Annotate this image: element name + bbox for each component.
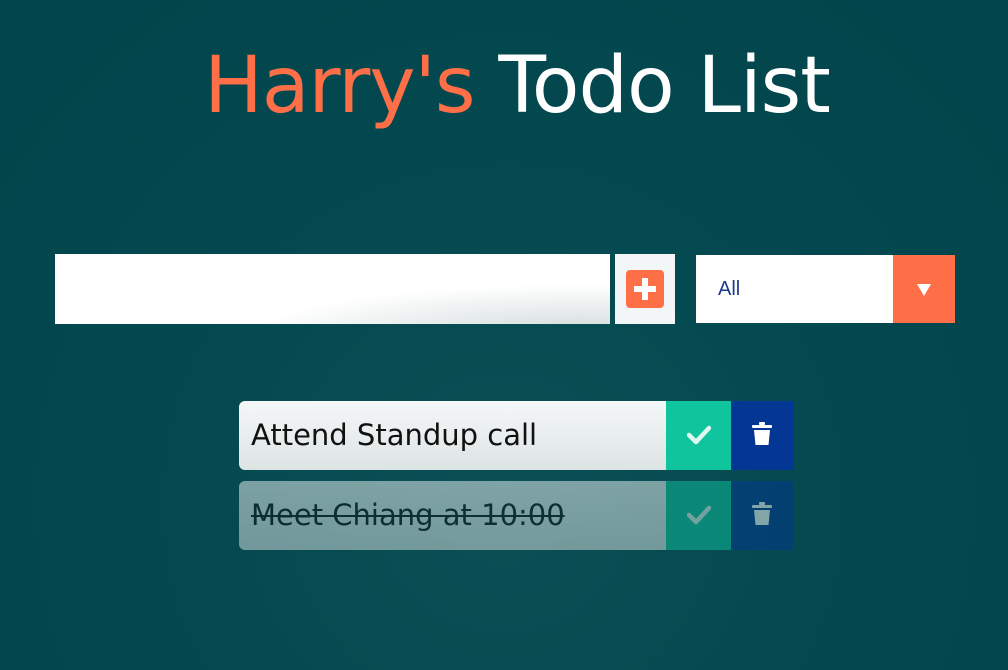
todo-input[interactable]	[55, 254, 610, 324]
filter-select[interactable]: All	[696, 255, 955, 323]
filter-dropdown-button[interactable]	[893, 255, 955, 323]
title-rest: Todo List	[498, 41, 830, 131]
check-icon	[687, 425, 711, 445]
plus-square-icon	[626, 270, 664, 308]
check-icon	[687, 505, 711, 525]
complete-button[interactable]	[666, 481, 731, 550]
add-todo-button[interactable]	[615, 254, 675, 324]
todo-list: Attend Standup call Meet Chiang at 10:00	[239, 401, 793, 561]
title-owner: Harry's	[204, 41, 475, 131]
page-title: Harry's Todo List	[0, 36, 1008, 136]
todo-text-container: Attend Standup call	[239, 401, 666, 470]
filter-selected-value: All	[718, 278, 741, 300]
delete-button[interactable]	[731, 481, 793, 550]
todo-item: Attend Standup call	[239, 401, 793, 470]
caret-down-icon	[917, 284, 931, 296]
todo-item: Meet Chiang at 10:00	[239, 481, 793, 550]
complete-button[interactable]	[666, 401, 731, 470]
trash-icon	[752, 502, 772, 525]
todo-text: Attend Standup call	[251, 418, 538, 452]
trash-icon	[752, 422, 772, 445]
delete-button[interactable]	[731, 401, 793, 470]
todo-text: Meet Chiang at 10:00	[251, 498, 565, 532]
todo-text-container: Meet Chiang at 10:00	[239, 481, 666, 550]
